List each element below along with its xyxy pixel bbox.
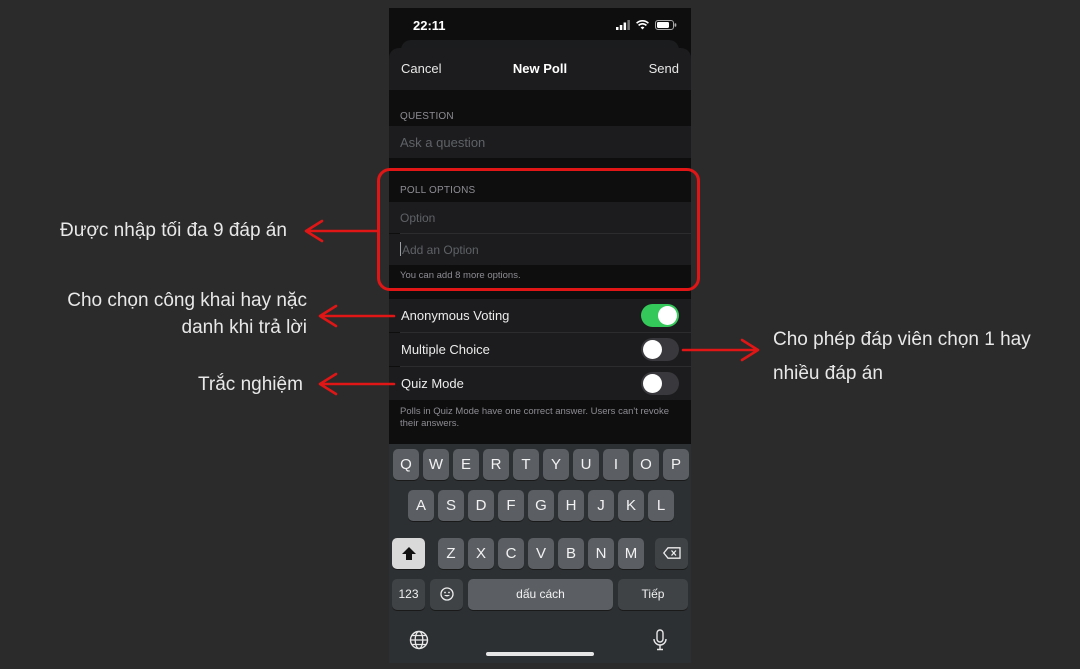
multiple-choice-annotation: Cho phép đáp viên chọn 1 hay nhiều đáp á… (773, 323, 1031, 391)
options-arrow (304, 219, 380, 243)
multiple-choice-arrow (681, 338, 760, 362)
anonymous-annotation-line1: Cho chọn công khai hay nặc (67, 290, 307, 311)
multiple-annotation-line1: Cho phép đáp viên chọn 1 hay (773, 329, 1031, 350)
anonymous-annotation-line2: danh khi trả lời (181, 317, 307, 338)
multiple-annotation-line2: nhiều đáp án (773, 363, 883, 384)
options-annotation: Được nhập tối đa 9 đáp án (60, 220, 287, 241)
quiz-arrow (318, 372, 396, 396)
anonymous-annotation: Cho chọn công khai hay nặc danh khi trả … (59, 287, 307, 341)
quiz-annotation: Trắc nghiệm (198, 374, 303, 395)
anonymous-arrow (318, 304, 396, 328)
